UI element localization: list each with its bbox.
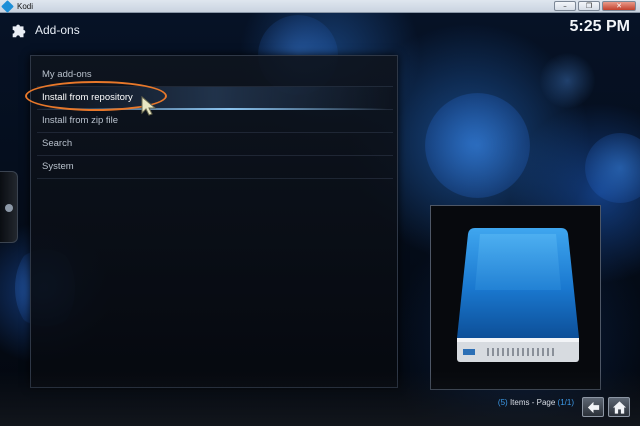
items-page-info: (5) Items - Page (1/1) xyxy=(497,398,574,407)
clock: 5:25 PM xyxy=(569,18,630,35)
minimize-button[interactable]: – xyxy=(554,1,576,11)
menu-item-search[interactable]: Search xyxy=(37,133,393,156)
kodi-stage: Add-ons 5:25 PM My add-ons Install from … xyxy=(0,13,640,426)
window-title: Kodi xyxy=(17,1,34,11)
maximize-button[interactable]: ❐ xyxy=(578,1,600,11)
side-menu-tab[interactable] xyxy=(0,171,18,243)
menu-item-label: Search xyxy=(42,138,73,149)
kodi-logo-icon xyxy=(1,0,14,13)
puzzle-icon xyxy=(12,24,26,38)
window-titlebar: Kodi – ❐ ✕ xyxy=(0,0,640,13)
hard-drive-icon xyxy=(457,228,579,362)
items-page-label: Items - Page xyxy=(509,398,556,407)
home-button[interactable] xyxy=(608,397,630,417)
menu-item-label: My add-ons xyxy=(42,69,92,80)
page-number: 1/1 xyxy=(560,398,572,407)
background-bokeh xyxy=(540,53,595,108)
close-button[interactable]: ✕ xyxy=(602,1,636,11)
mouse-cursor-icon xyxy=(141,95,157,116)
background-bokeh xyxy=(585,133,640,203)
back-arrow-icon xyxy=(587,401,600,414)
home-icon xyxy=(612,401,627,414)
menu-item-label: System xyxy=(42,161,74,172)
window-controls: – ❐ ✕ xyxy=(554,1,636,11)
side-tab-dot-icon xyxy=(5,204,13,212)
menu-item-install-from-zip[interactable]: Install from zip file xyxy=(37,110,393,133)
menu-item-system[interactable]: System xyxy=(37,156,393,179)
header: Add-ons xyxy=(10,21,80,39)
page-title: Add-ons xyxy=(35,23,80,37)
addon-thumbnail xyxy=(430,205,601,390)
back-button[interactable] xyxy=(582,397,604,417)
background-bokeh xyxy=(425,93,530,198)
menu-item-label: Install from zip file xyxy=(42,115,119,126)
